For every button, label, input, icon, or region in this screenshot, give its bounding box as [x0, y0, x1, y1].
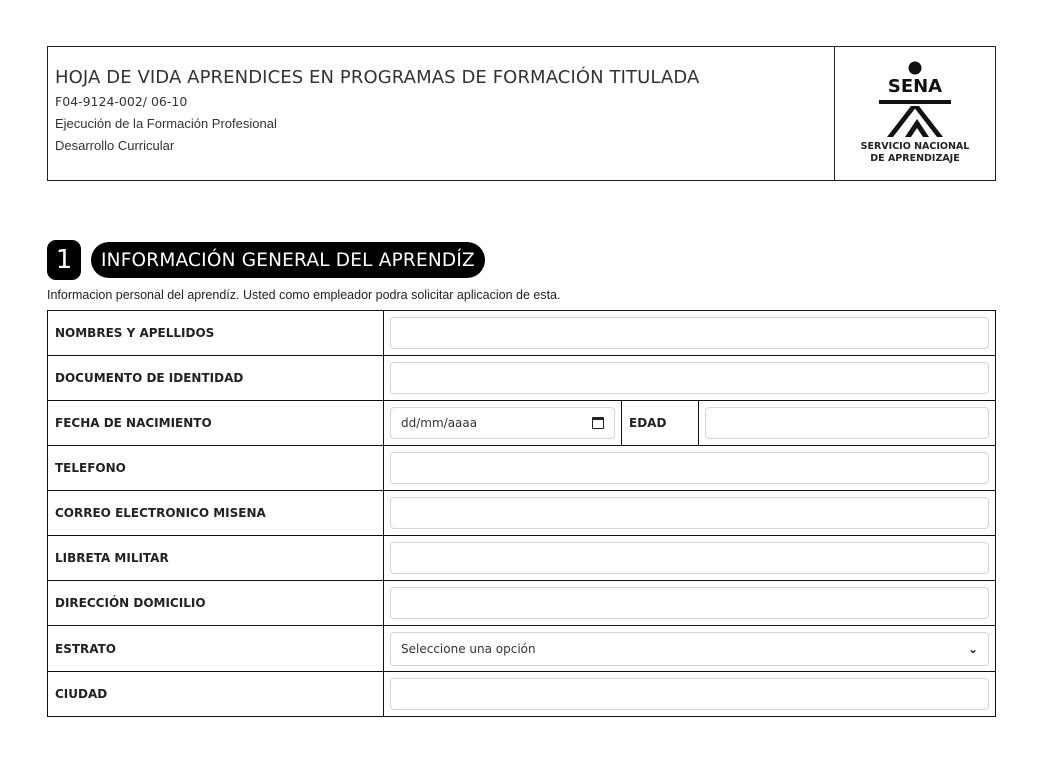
logo-caption-line-1: SERVICIO NACIONAL [860, 141, 970, 152]
estrato-label: ESTRATO [48, 626, 384, 671]
telefono-input-cell [384, 446, 995, 490]
direccion-input-cell [384, 581, 995, 625]
header-text-block: HOJA DE VIDA APRENDICES EN PROGRAMAS DE … [48, 47, 834, 180]
telefono-input[interactable] [390, 452, 989, 484]
correo-input[interactable] [390, 497, 989, 529]
sena-logo-icon: SENA [879, 61, 951, 137]
telefono-label: TELEFONO [48, 446, 384, 490]
correo-input-cell [384, 491, 995, 535]
row-libreta-militar: LIBRETA MILITAR [48, 535, 995, 580]
row-documento: DOCUMENTO DE IDENTIDAD [48, 355, 995, 400]
nombres-input-cell [384, 311, 995, 355]
direccion-label: DIRECCIÓN DOMICILIO [48, 581, 384, 625]
section-description: Informacion personal del aprendíz. Usted… [47, 288, 561, 302]
header-subtitle-1: Ejecución de la Formación Profesional [55, 116, 277, 131]
section-heading: 1 INFORMACIÓN GENERAL DEL APRENDÍZ [47, 240, 485, 280]
row-fecha-nacimiento: FECHA DE NACIMIENTO dd/mm/aaaa EDAD [48, 400, 995, 445]
section-title: INFORMACIÓN GENERAL DEL APRENDÍZ [91, 242, 485, 278]
row-ciudad: CIUDAD [48, 671, 995, 716]
fecha-input-cell: dd/mm/aaaa [384, 401, 622, 445]
estrato-selected-value: Seleccione una opción [401, 641, 536, 656]
logo-cell: SENA SERVICIO NACIONAL DE APRENDIZAJE [834, 47, 995, 180]
fecha-nacimiento-input[interactable]: dd/mm/aaaa [390, 407, 615, 439]
logo-caption: SERVICIO NACIONAL DE APRENDIZAJE [861, 141, 970, 165]
fecha-placeholder: dd/mm/aaaa [401, 416, 478, 430]
nombres-label: NOMBRES Y APELLIDOS [48, 311, 384, 355]
documento-label: DOCUMENTO DE IDENTIDAD [48, 356, 384, 400]
estrato-select[interactable]: Seleccione una opción ⌄ [390, 631, 989, 666]
document-code: F04-9124-002/ 06-10 [55, 94, 188, 109]
documento-input[interactable] [390, 362, 989, 394]
libreta-militar-input[interactable] [390, 542, 989, 574]
header-subtitle-2: Desarrollo Curricular [55, 138, 175, 153]
row-nombres: NOMBRES Y APELLIDOS [48, 311, 995, 355]
libreta-input-cell [384, 536, 995, 580]
section-number-badge: 1 [47, 240, 81, 280]
nombres-input[interactable] [390, 317, 989, 349]
correo-label: CORREO ELECTRONICO MISENA [48, 491, 384, 535]
documento-input-cell [384, 356, 995, 400]
ciudad-input[interactable] [390, 678, 989, 710]
document-header: HOJA DE VIDA APRENDICES EN PROGRAMAS DE … [47, 46, 996, 181]
estrato-input-cell: Seleccione una opción ⌄ [384, 626, 995, 671]
row-direccion: DIRECCIÓN DOMICILIO [48, 580, 995, 625]
applicant-form-table: NOMBRES Y APELLIDOS DOCUMENTO DE IDENTID… [47, 310, 996, 717]
edad-input[interactable] [705, 407, 989, 439]
row-correo: CORREO ELECTRONICO MISENA [48, 490, 995, 535]
document-title: HOJA DE VIDA APRENDICES EN PROGRAMAS DE … [55, 67, 700, 88]
ciudad-label: CIUDAD [48, 672, 384, 716]
libreta-militar-label: LIBRETA MILITAR [48, 536, 384, 580]
logo-caption-line-2: DE APRENDIZAJE [870, 153, 960, 164]
direccion-input[interactable] [390, 587, 989, 619]
edad-label: EDAD [622, 401, 699, 445]
ciudad-input-cell [384, 672, 995, 716]
edad-input-cell [699, 401, 995, 445]
chevron-down-icon: ⌄ [967, 641, 978, 656]
row-estrato: ESTRATO Seleccione una opción ⌄ [48, 625, 995, 671]
row-telefono: TELEFONO [48, 445, 995, 490]
svg-text:SENA: SENA [888, 76, 942, 97]
calendar-icon[interactable] [592, 417, 604, 429]
fecha-nacimiento-label: FECHA DE NACIMIENTO [48, 401, 384, 445]
